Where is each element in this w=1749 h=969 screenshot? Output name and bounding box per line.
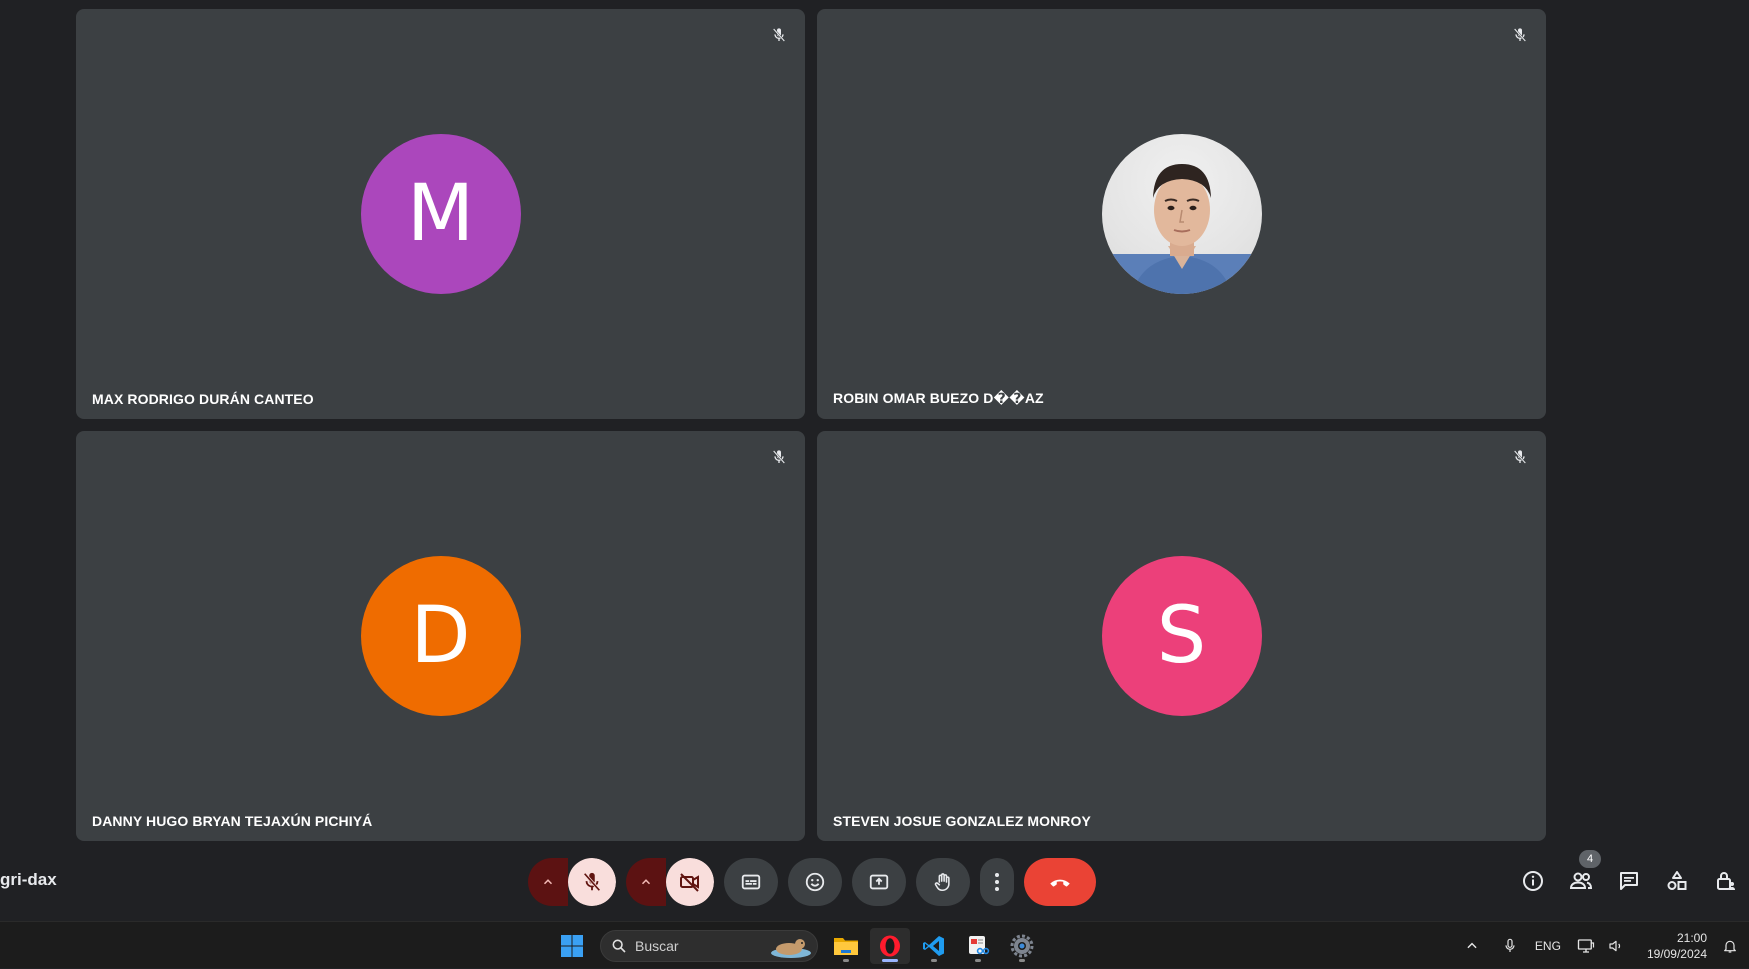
search-placeholder: Buscar: [635, 938, 679, 954]
meet-stage: M MAX RODRIGO DURÁN CANTEO ROBIN OMAR BU…: [0, 0, 1749, 920]
clock-date: 19/09/2024: [1646, 946, 1707, 961]
avatar-initial: S: [1156, 591, 1207, 681]
captions-button[interactable]: [724, 858, 778, 906]
meeting-details-button[interactable]: [1509, 866, 1557, 896]
windows-taskbar: Buscar ENG 21:00 19/09/2024: [0, 921, 1749, 968]
clock-time: 21:00: [1676, 930, 1707, 945]
taskbar-settings[interactable]: [1002, 928, 1042, 964]
folder-icon: [834, 938, 858, 955]
avatar-initial: M: [406, 169, 475, 259]
chevron-up-icon[interactable]: [626, 858, 666, 906]
participant-name: DANNY HUGO BRYAN TEJAXÚN PICHIYÁ: [92, 813, 373, 829]
participant-name: STEVEN JOSUE GONZALEZ MONROY: [833, 813, 1091, 829]
running-indicator: [931, 959, 937, 962]
participant-tile[interactable]: S STEVEN JOSUE GONZALEZ MONROY: [817, 431, 1546, 841]
lock-person-icon: [1717, 872, 1735, 890]
mic-toggle-button[interactable]: [568, 858, 616, 906]
participant-tile[interactable]: M MAX RODRIGO DURÁN CANTEO: [76, 9, 805, 419]
more-options-button[interactable]: [980, 858, 1014, 906]
running-indicator: [843, 959, 849, 962]
host-controls-button[interactable]: [1701, 866, 1749, 896]
taskbar-opera[interactable]: [870, 928, 910, 964]
system-tray: ENG 21:00 19/09/2024: [1457, 922, 1749, 969]
chat-icon: [1620, 872, 1638, 890]
captions-icon: [741, 874, 761, 890]
present-button[interactable]: [852, 858, 906, 906]
taskbar-snipping-tool[interactable]: [958, 928, 998, 964]
avatar: D: [360, 556, 521, 716]
volume-icon[interactable]: [1601, 938, 1631, 954]
people-icon: [1569, 872, 1593, 889]
snipping-tool-icon: [969, 936, 990, 955]
participant-tile[interactable]: D DANNY HUGO BRYAN TEJAXÚN PICHIYÁ: [76, 431, 805, 841]
people-button[interactable]: 4: [1557, 850, 1605, 896]
camera-toggle-button[interactable]: [666, 858, 714, 906]
activities-icon: [1667, 871, 1687, 890]
running-indicator: [1019, 959, 1025, 962]
taskbar-search[interactable]: Buscar: [600, 930, 818, 962]
microphone-tray-icon[interactable]: [1495, 938, 1525, 954]
more-icon: [995, 873, 999, 891]
camera-control-group: [626, 858, 714, 906]
taskbar-clock[interactable]: 21:00 19/09/2024: [1647, 930, 1707, 962]
mic-off-icon: [767, 23, 791, 47]
call-controls: [528, 858, 1096, 906]
end-call-button[interactable]: [1024, 858, 1096, 906]
start-button[interactable]: [552, 928, 592, 964]
opera-icon: [880, 935, 900, 957]
activities-button[interactable]: [1653, 866, 1701, 896]
mic-off-icon: [1508, 445, 1532, 469]
active-indicator: [882, 959, 898, 962]
chevron-up-icon[interactable]: [528, 858, 568, 906]
avatar: S: [1101, 556, 1262, 716]
avatar-initial: D: [410, 591, 471, 681]
camera-off-icon: [680, 873, 699, 892]
vscode-icon: [923, 936, 944, 956]
search-icon: [612, 939, 626, 953]
network-icon[interactable]: [1571, 938, 1601, 954]
participant-tile[interactable]: ROBIN OMAR BUEZO D��AZ: [817, 9, 1546, 419]
avatar: M: [360, 134, 521, 294]
people-count-badge: 4: [1579, 850, 1601, 868]
mic-off-icon: [767, 445, 791, 469]
raise-hand-icon: [934, 873, 950, 892]
taskbar-vscode[interactable]: [914, 928, 954, 964]
end-call-icon: [1050, 879, 1070, 887]
notification-bell-icon[interactable]: [1715, 938, 1745, 954]
raise-hand-button[interactable]: [916, 858, 970, 906]
running-indicator: [975, 959, 981, 962]
participant-name: MAX RODRIGO DURÁN CANTEO: [92, 391, 314, 407]
avatar-photo: [1101, 134, 1262, 294]
present-icon: [869, 874, 889, 890]
mic-control-group: [528, 858, 616, 906]
taskbar-file-explorer[interactable]: [826, 928, 866, 964]
chevron-up-icon[interactable]: [1457, 939, 1487, 953]
input-language[interactable]: ENG: [1535, 939, 1561, 953]
chat-button[interactable]: [1605, 866, 1653, 896]
search-highlight-image: [771, 939, 811, 958]
participant-name: ROBIN OMAR BUEZO D��AZ: [833, 390, 1044, 406]
mic-off-icon: [583, 872, 601, 892]
mic-off-icon: [1508, 23, 1532, 47]
taskbar-apps: Buscar: [552, 928, 1046, 964]
settings-gear-icon: [1010, 934, 1034, 958]
emoji-icon: [805, 872, 825, 892]
info-icon: [1523, 871, 1543, 891]
windows-logo-icon: [561, 935, 583, 957]
side-tools: 4: [1509, 850, 1749, 896]
reactions-button[interactable]: [788, 858, 842, 906]
meeting-code: gri-dax: [0, 870, 57, 889]
